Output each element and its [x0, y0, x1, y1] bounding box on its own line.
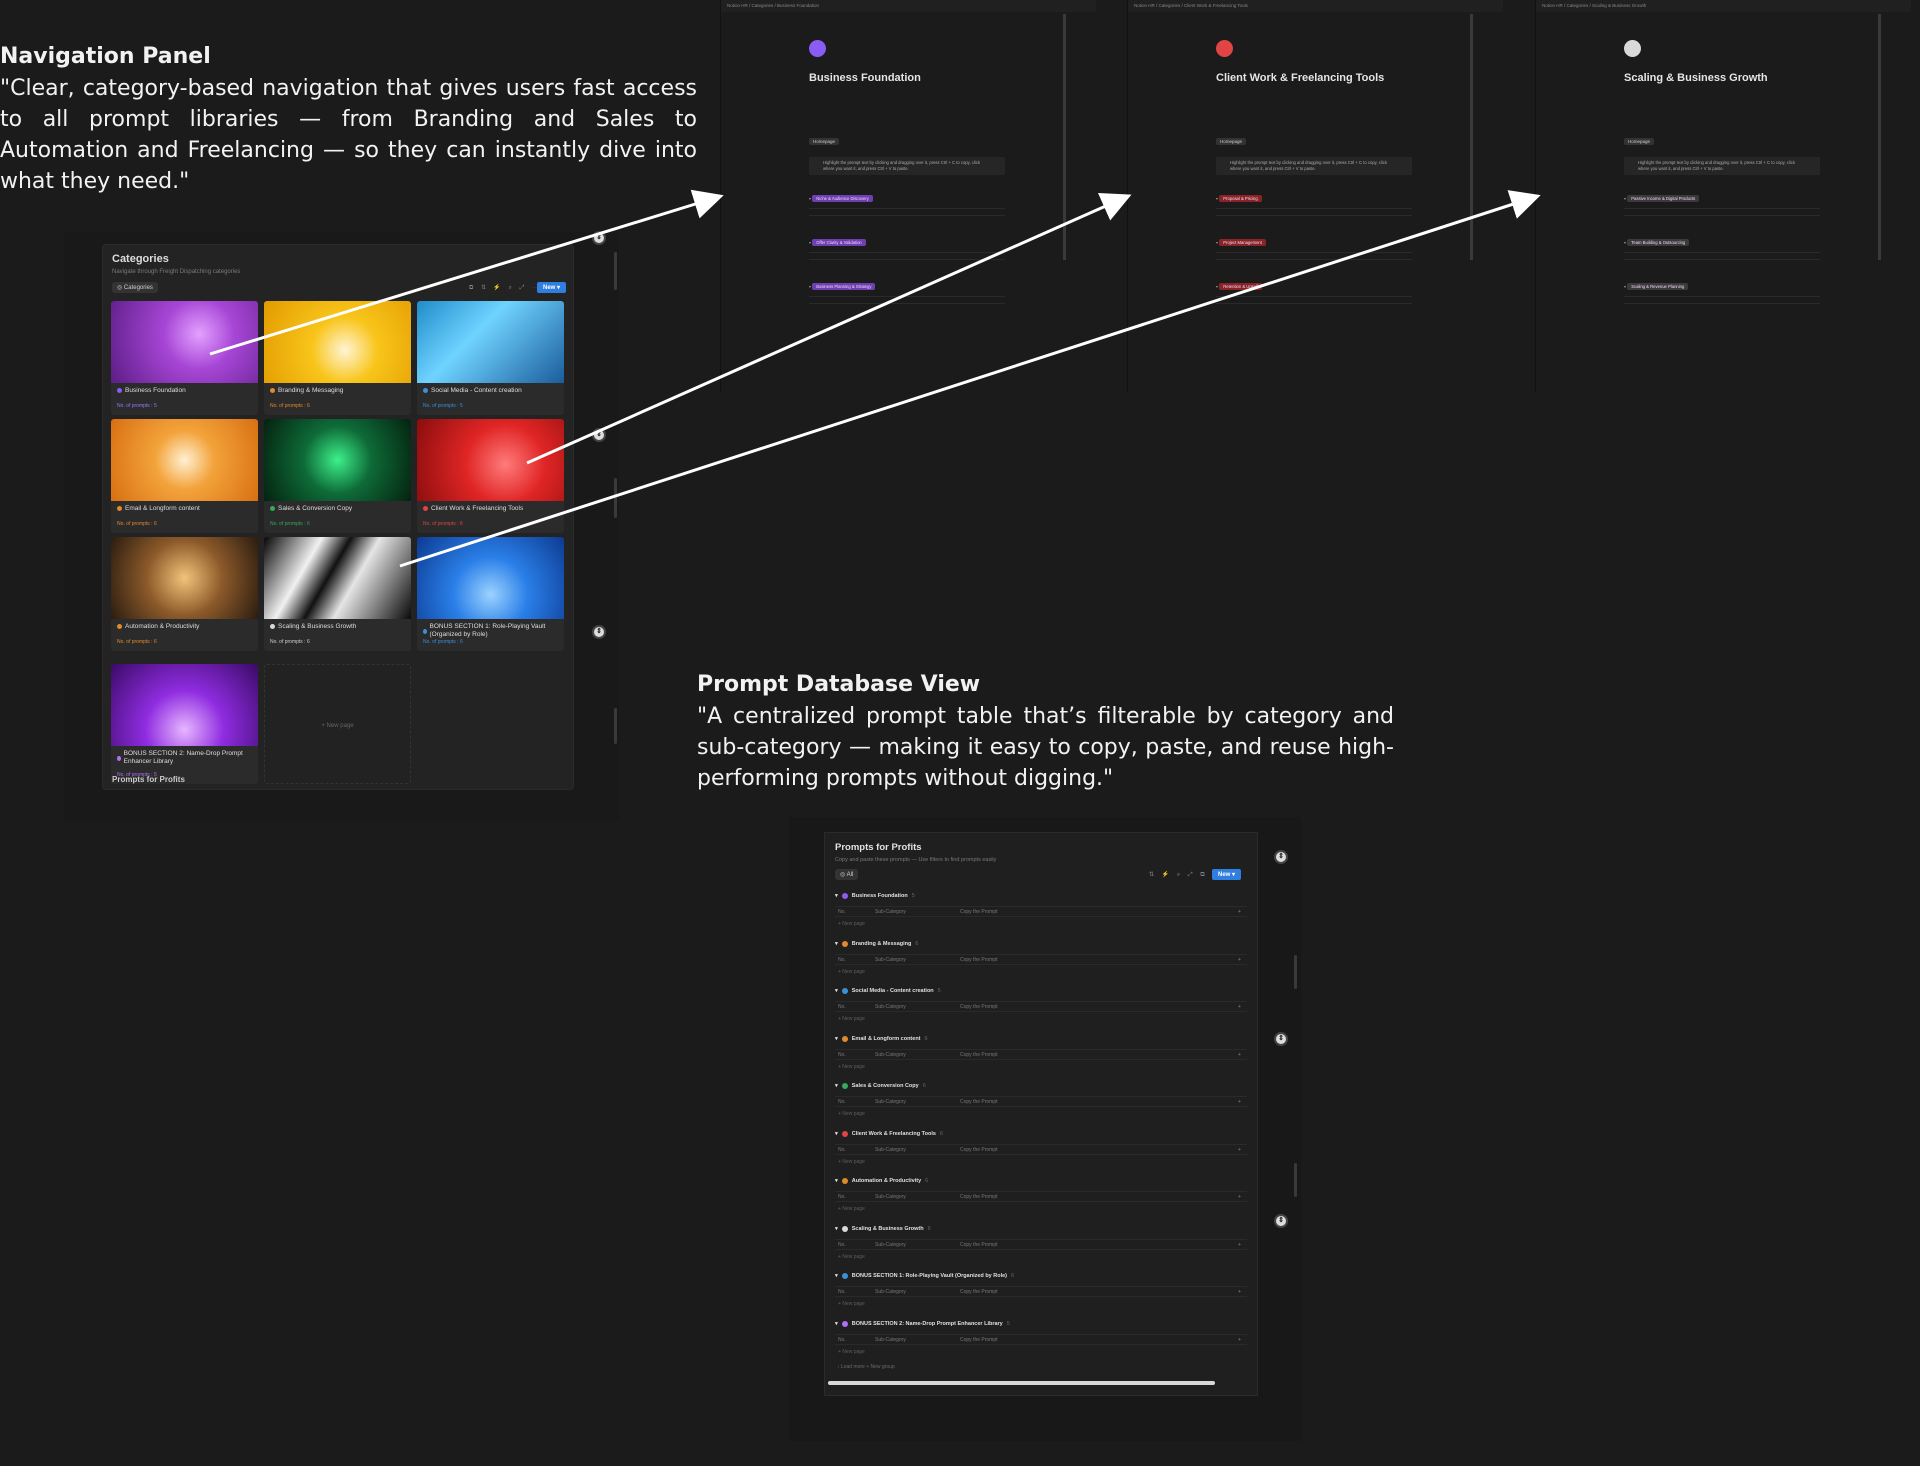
arrow-business-foundation [209, 189, 724, 356]
arrow-scaling-growth [399, 190, 1541, 568]
annotation-arrows [209, 189, 1541, 568]
arrow-client-work [526, 193, 1132, 465]
